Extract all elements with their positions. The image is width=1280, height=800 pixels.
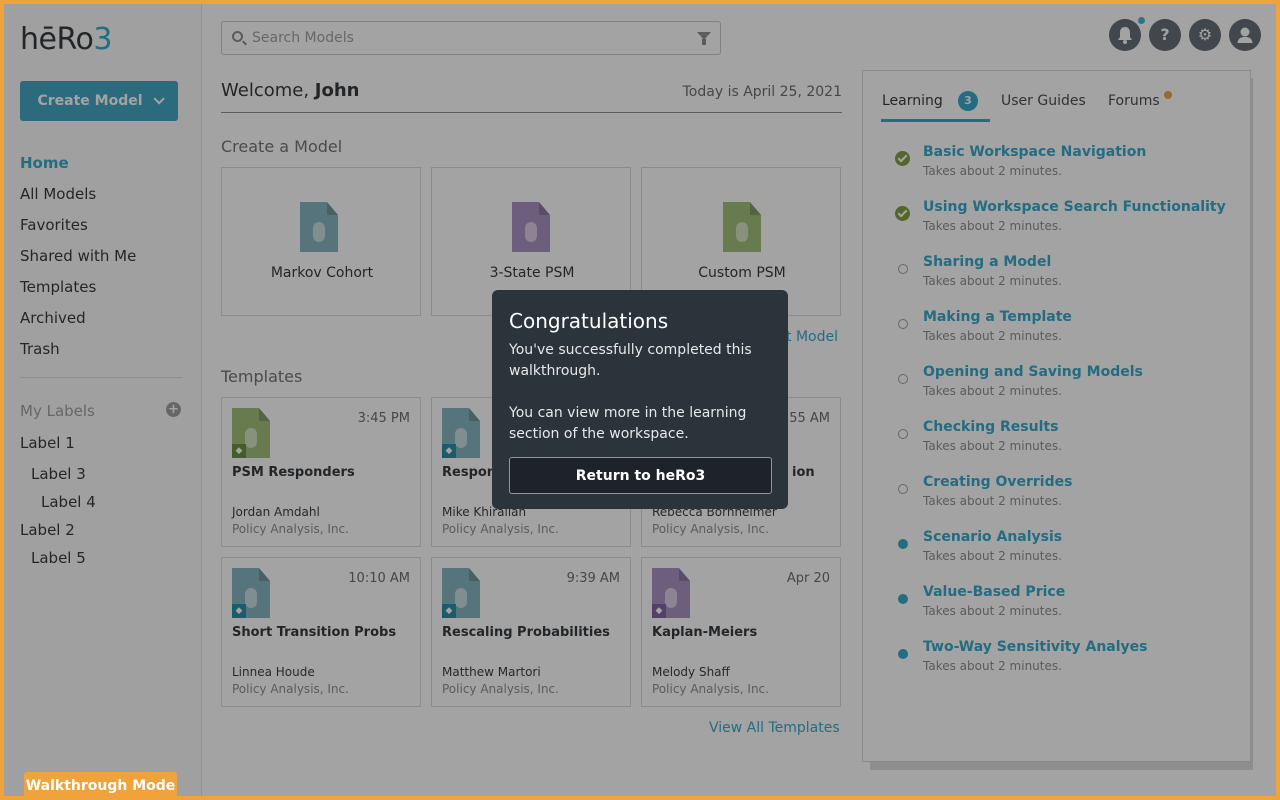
dialog-message-secondary: You can view more in the learning sectio… [509,405,747,442]
return-to-hero3-button[interactable]: Return to heRo3 [509,457,772,494]
congratulations-dialog: Congratulations You've successfully comp… [492,290,788,509]
walkthrough-mode-badge: Walkthrough Mode [24,772,177,800]
dialog-title: Congratulations [509,309,669,333]
dialog-message: You've successfully completed this walkt… [509,342,752,379]
